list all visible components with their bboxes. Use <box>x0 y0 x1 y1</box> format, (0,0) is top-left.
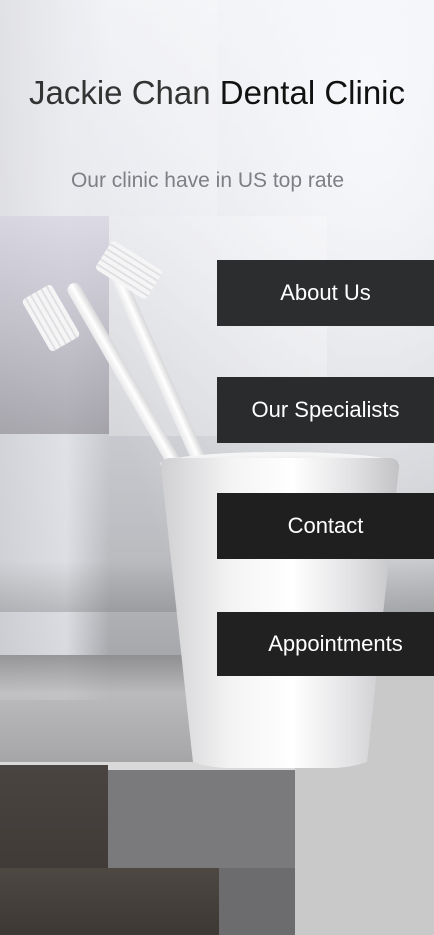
appointments-label: Appointments <box>268 631 403 656</box>
page-subtitle: Our clinic have in US top rate <box>70 169 345 192</box>
appointments-button[interactable]: Appointments <box>217 612 434 676</box>
about-us-button[interactable]: About Us <box>217 260 434 326</box>
contact-button[interactable]: Contact <box>217 493 434 559</box>
photo-floor <box>108 770 295 868</box>
contact-label: Contact <box>287 513 364 538</box>
photo-floor <box>0 868 219 935</box>
title-clinic-type: Dental Clinic <box>219 74 406 111</box>
our-specialists-button[interactable]: Our Specialists <box>217 377 434 443</box>
our-specialists-label: Our Specialists <box>251 397 400 422</box>
about-us-label: About Us <box>280 280 371 305</box>
app-screen: Jackie Chan Dental Clinic Our clinic hav… <box>0 0 434 935</box>
page-title: Jackie Chan Dental Clinic <box>0 74 434 112</box>
photo-floor <box>219 868 295 935</box>
title-clinic-owner: Jackie Chan <box>28 74 211 111</box>
